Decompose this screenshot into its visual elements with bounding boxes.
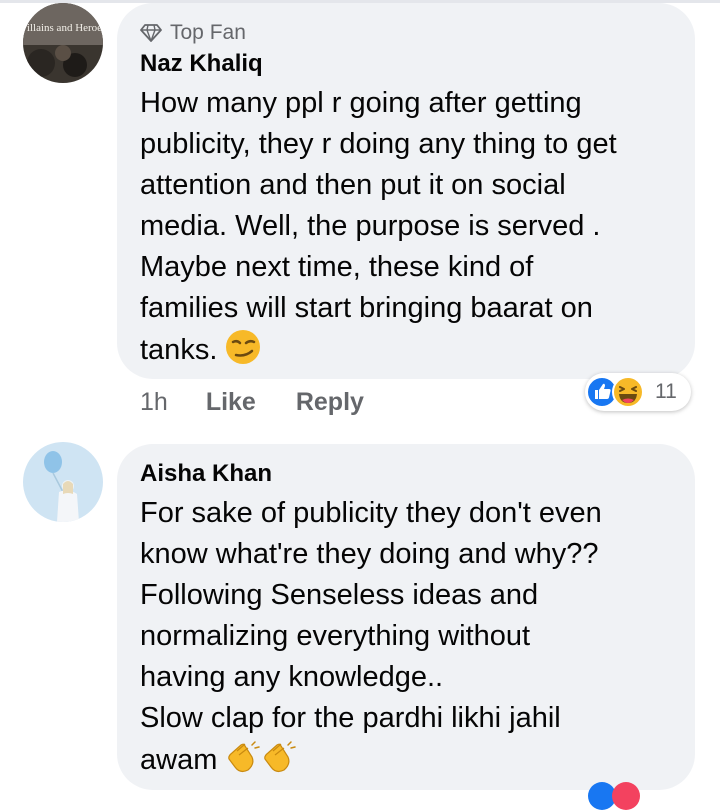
reaction-icons — [586, 376, 644, 408]
avatar-logo-text: Villains and Heroes — [23, 22, 103, 34]
smirk-emoji-icon — [225, 329, 261, 365]
reaction-count: 11 — [655, 380, 677, 403]
comment-text: How many ppl r going after getting publi… — [140, 83, 685, 371]
avatar-aisha-khan[interactable] — [23, 442, 103, 522]
reaction-peek-love-icon — [612, 782, 640, 810]
comment-line: normalizing everything without — [140, 620, 531, 652]
avatar-image — [23, 442, 103, 522]
comment-line: Following Senseless ideas and — [140, 579, 539, 611]
comment-line: media. Well, the purpose is served . — [140, 210, 601, 242]
comment-line-last: awam — [140, 739, 685, 781]
comment-line-last: tanks. — [140, 329, 685, 371]
comment-timestamp[interactable]: 1h — [140, 388, 168, 417]
top-fan-badge: Top Fan — [140, 20, 246, 46]
avatar-image: Villains and Heroes — [23, 3, 103, 83]
comment-actions: 1h Like Reply — [140, 385, 364, 419]
comment-line: publicity, they r doing any thing to get — [140, 128, 617, 160]
comment-line: Maybe next time, these kind of — [140, 251, 534, 283]
clapping-hands-icon — [225, 739, 261, 775]
like-button[interactable]: Like — [206, 388, 256, 417]
comment-line: having any knowledge.. — [140, 661, 444, 693]
comment-line: Slow clap for the pardhi likhi jahil — [140, 702, 561, 734]
comment-author[interactable]: Naz Khaliq — [140, 50, 263, 78]
comment-text: For sake of publicity they don't even kn… — [140, 493, 685, 781]
haha-reaction-icon — [612, 376, 644, 408]
comment-author[interactable]: Aisha Khan — [140, 460, 272, 488]
clapping-hands-icon — [261, 739, 297, 775]
comment-line: attention and then put it on social — [140, 169, 566, 201]
comment-line: For sake of publicity they don't even — [140, 497, 602, 529]
comment-line: How many ppl r going after getting — [140, 87, 582, 119]
comment-line: families will start bringing baarat on — [140, 292, 593, 324]
comment-line: know what're they doing and why?? — [140, 538, 599, 570]
badge-label: Top Fan — [170, 21, 246, 44]
diamond-icon — [140, 24, 162, 42]
reaction-summary[interactable]: 11 — [585, 373, 691, 411]
avatar-naz-khaliq[interactable]: Villains and Heroes — [23, 3, 103, 83]
reply-button[interactable]: Reply — [296, 388, 364, 417]
